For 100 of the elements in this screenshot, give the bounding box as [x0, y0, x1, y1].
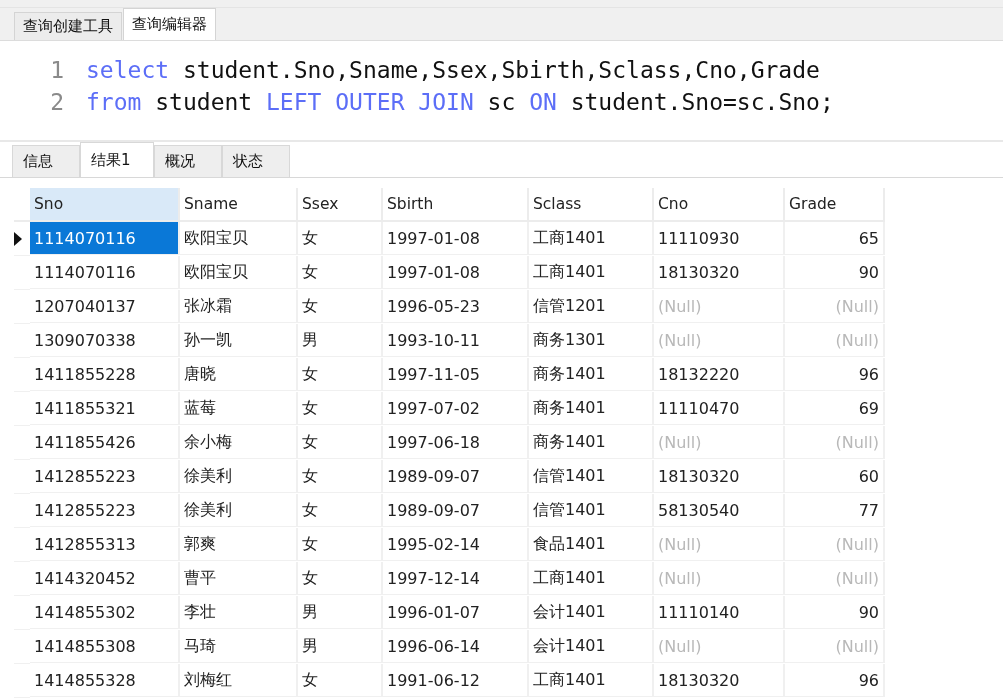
table-cell: 女: [298, 222, 383, 255]
table-cell: 1414855308: [30, 630, 180, 663]
sql-keyword: ON: [529, 88, 557, 115]
table-cell: 1309070338: [30, 324, 180, 357]
table-cell: 食品1401: [529, 528, 654, 561]
table-cell: 工商1401: [529, 222, 654, 255]
table-cell: 1989-09-07: [383, 460, 529, 493]
table-cell: 58130540: [654, 494, 785, 527]
table-cell: 女: [298, 256, 383, 289]
table-cell: 1996-05-23: [383, 290, 529, 323]
table-cell: (Null): [654, 562, 785, 595]
table-cell: 曹平: [180, 562, 298, 595]
table-cell: (Null): [654, 290, 785, 323]
table-cell: 女: [298, 290, 383, 323]
sql-keyword: select: [86, 57, 170, 84]
table-cell: 工商1401: [529, 562, 654, 595]
table-cell: 会计1401: [529, 630, 654, 663]
table-cell: 90: [785, 256, 885, 289]
table-cell: 1997-11-05: [383, 358, 529, 391]
table-cell: 1997-12-14: [383, 562, 529, 595]
table-cell: (Null): [654, 324, 785, 357]
table-cell: 1991-06-12: [383, 664, 529, 697]
table-cell: 余小梅: [180, 426, 298, 459]
result-tab[interactable]: 信息: [12, 145, 80, 177]
table-cell: 张冰霜: [180, 290, 298, 323]
table-cell: 商务1401: [529, 358, 654, 391]
table-cell: 女: [298, 664, 383, 697]
table-cell: (Null): [785, 426, 885, 459]
current-row-icon: [14, 231, 22, 246]
code-text: student: [154, 88, 254, 115]
table-cell: (Null): [785, 290, 885, 323]
result-tab[interactable]: 概况: [154, 145, 222, 177]
table-cell: 1411855321: [30, 392, 180, 425]
column-header[interactable]: Ssex: [298, 188, 383, 222]
result-tab[interactable]: 状态: [222, 145, 290, 177]
table-cell: 1989-09-07: [383, 494, 529, 527]
table-cell: 男: [298, 324, 383, 357]
table-cell: 唐晓: [180, 358, 298, 391]
table-cell: 女: [298, 358, 383, 391]
table-cell: 1414855302: [30, 596, 180, 629]
table-cell: (Null): [785, 528, 885, 561]
table-cell: 徐美利: [180, 460, 298, 493]
line-number: 1: [49, 56, 65, 86]
table-cell: 1412855223: [30, 494, 180, 527]
table-cell: 会计1401: [529, 596, 654, 629]
sql-keyword: LEFT OUTER JOIN: [266, 88, 474, 115]
sql-editor[interactable]: 1 select student.Sno,Sname,Ssex,Sbirth,Sclass,Cno,Grade 2 from student LEFT OUTER JOIN sc ON student.Sno=sc.Sno;: [0, 41, 1003, 130]
column-header[interactable]: Sname: [180, 188, 298, 222]
table-cell: 1114070116: [30, 256, 180, 289]
table-cell: 孙一凯: [180, 324, 298, 357]
table-cell: 女: [298, 460, 383, 493]
table-cell: 男: [298, 630, 383, 663]
table-cell: 1414855328: [30, 664, 180, 697]
table-cell: 商务1301: [529, 324, 654, 357]
column-header[interactable]: Sclass: [529, 188, 654, 222]
column-header[interactable]: Cno: [654, 188, 785, 222]
editor-tab[interactable]: 查询创建工具: [14, 12, 122, 41]
table-cell: 11110930: [654, 222, 785, 255]
sql-keyword: from: [86, 88, 142, 115]
table-cell: 郭爽: [180, 528, 298, 561]
table-cell: 18130320: [654, 256, 785, 289]
table-cell: 96: [785, 358, 885, 391]
table-cell: 1114070116: [30, 222, 180, 255]
editor-tab[interactable]: 查询编辑器: [123, 8, 216, 41]
table-cell: 65: [785, 222, 885, 255]
table-cell: 刘梅红: [180, 664, 298, 697]
table-cell: 商务1401: [529, 392, 654, 425]
table-cell: 1411855426: [30, 426, 180, 459]
table-cell: 69: [785, 392, 885, 425]
table-cell: 18132220: [654, 358, 785, 391]
table-cell: (Null): [785, 324, 885, 357]
table-cell: 工商1401: [529, 256, 654, 289]
table-cell: 欧阳宝贝: [180, 222, 298, 255]
table-cell: 77: [785, 494, 885, 527]
table-cell: 1997-01-08: [383, 256, 529, 289]
table-cell: 男: [298, 596, 383, 629]
column-header[interactable]: Sbirth: [383, 188, 529, 222]
table-cell: (Null): [785, 630, 885, 663]
table-cell: 18130320: [654, 460, 785, 493]
table-cell: (Null): [785, 562, 885, 595]
table-cell: 11110470: [654, 392, 785, 425]
table-cell: 60: [785, 460, 885, 493]
code-text: sc: [486, 88, 517, 115]
table-cell: 信管1401: [529, 460, 654, 493]
result-tab[interactable]: 结果1: [80, 142, 154, 177]
column-header[interactable]: Grade: [785, 188, 885, 222]
table-cell: 1997-06-18: [383, 426, 529, 459]
table-cell: 徐美利: [180, 494, 298, 527]
table-cell: 马琦: [180, 630, 298, 663]
table-cell: 1411855228: [30, 358, 180, 391]
code-text: student.Sno=sc.Sno;: [569, 88, 834, 115]
table-cell: 1996-01-07: [383, 596, 529, 629]
table-cell: 女: [298, 392, 383, 425]
table-cell: 信管1401: [529, 494, 654, 527]
table-cell: 11110140: [654, 596, 785, 629]
column-header[interactable]: Sno: [30, 188, 180, 222]
table-cell: 蓝莓: [180, 392, 298, 425]
table-cell: 96: [785, 664, 885, 697]
table-cell: 工商1401: [529, 664, 654, 697]
table-cell: 1412855223: [30, 460, 180, 493]
